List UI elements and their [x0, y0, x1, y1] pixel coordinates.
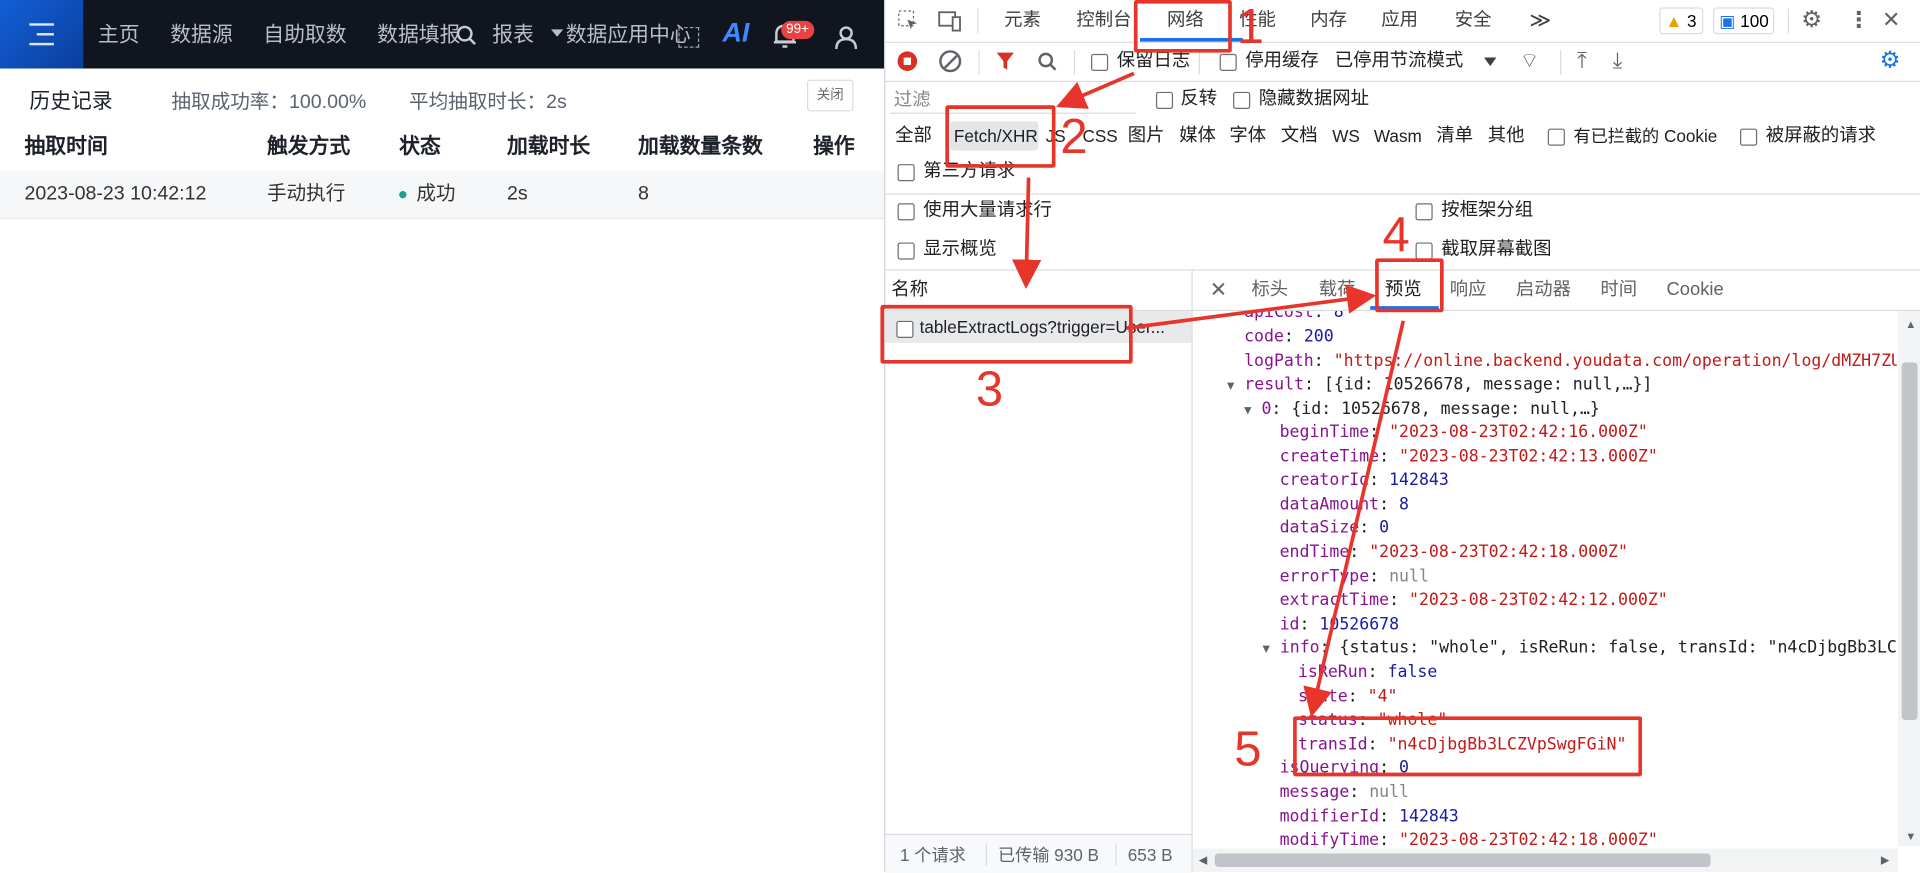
annotation-arrows	[1011, 71, 1406, 718]
